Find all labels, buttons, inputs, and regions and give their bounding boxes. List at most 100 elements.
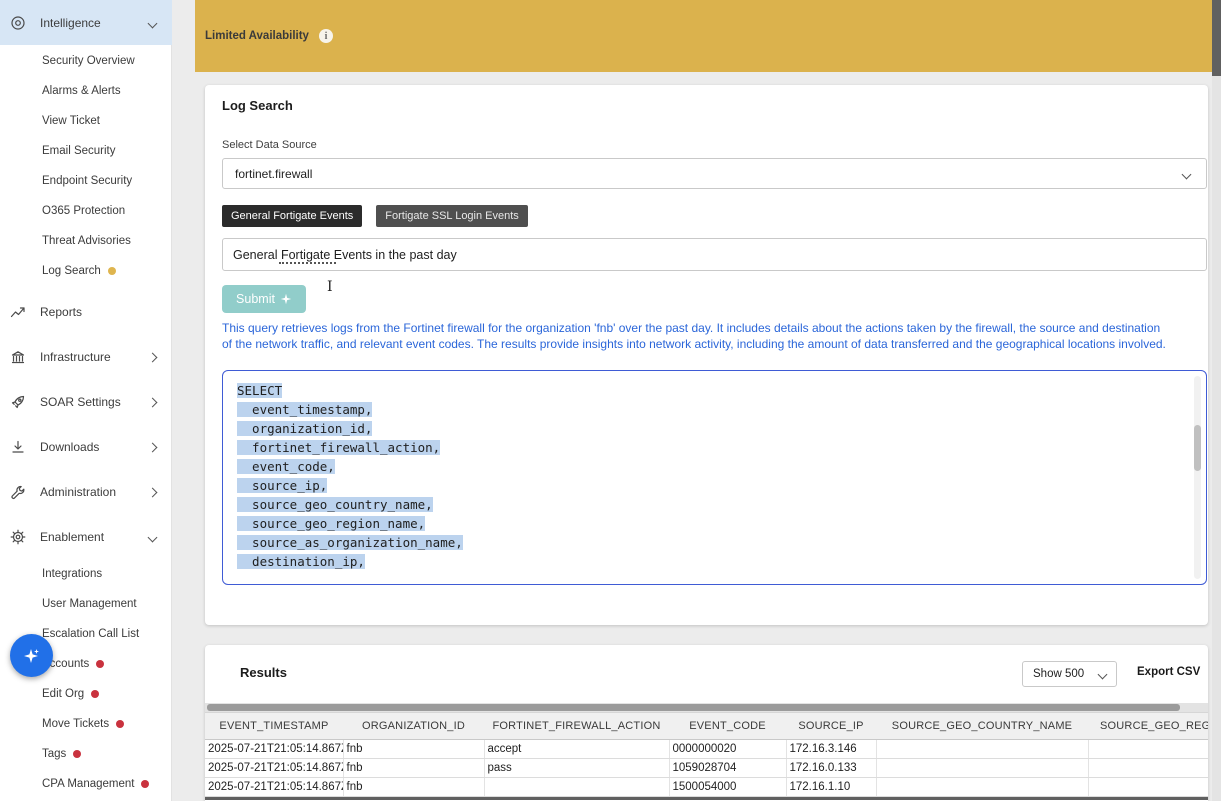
table-cell: 172.16.0.133: [786, 759, 876, 778]
table-cell: 172.16.1.10: [786, 778, 876, 797]
data-source-select[interactable]: fortinet.firewall: [222, 158, 1207, 189]
data-source-value: fortinet.firewall: [235, 167, 312, 181]
sidebar-item-label: Endpoint Security: [42, 175, 132, 187]
table-cell: fnb: [343, 759, 484, 778]
horizontal-scrollbar[interactable]: [205, 703, 1208, 712]
sql-line: event_code,: [237, 457, 1192, 476]
column-header[interactable]: SOURCE_GEO_REGION_NAME: [1088, 713, 1208, 740]
sql-line: source_ip,: [237, 476, 1192, 495]
spellcheck-underline: [279, 262, 336, 264]
table-cell: 1500054000: [669, 778, 786, 797]
sql-query-block[interactable]: SELECT event_timestamp, organization_id,…: [222, 370, 1207, 585]
table-cell: [1088, 759, 1208, 778]
sidebar-item-administration[interactable]: Administration: [0, 470, 172, 514]
page-scrollbar-track[interactable]: [1212, 0, 1221, 801]
sidebar-item-label: Edit Org: [42, 688, 84, 700]
column-header[interactable]: EVENT_CODE: [669, 713, 786, 740]
sidebar-item-edit-org[interactable]: Edit Org: [0, 679, 172, 709]
sidebar-item-label: Security Overview: [42, 55, 135, 67]
status-dot-red: [116, 720, 124, 728]
ai-assistant-fab[interactable]: [10, 634, 53, 677]
table-cell: fnb: [343, 740, 484, 759]
sidebar-item-label: Escalation Call List: [42, 628, 139, 640]
sql-line: SELECT: [237, 381, 1192, 400]
table-cell: 1059028704: [669, 759, 786, 778]
sidebar-item-label: Alarms & Alerts: [42, 85, 121, 97]
chevron-down-icon: [1182, 170, 1192, 180]
show-count-select[interactable]: Show 500: [1022, 661, 1117, 687]
chevron-right-icon: [149, 483, 156, 501]
info-icon[interactable]: i: [319, 29, 333, 43]
page-scrollbar-thumb[interactable]: [1212, 0, 1221, 76]
sidebar-item-o365-protection[interactable]: O365 Protection: [0, 196, 172, 226]
table-cell: 172.16.3.146: [786, 740, 876, 759]
code-scrollbar-thumb[interactable]: [1194, 425, 1201, 471]
sidebar-item-label: Enablement: [40, 530, 104, 544]
sql-line: source_geo_region_name,: [237, 514, 1192, 533]
sidebar-item-soar-settings[interactable]: SOAR Settings: [0, 380, 172, 424]
sidebar-item-cpa-management[interactable]: CPA Management: [0, 769, 172, 799]
table-cell: [1088, 778, 1208, 797]
sidebar-item-integrations[interactable]: Integrations: [0, 559, 172, 589]
chevron-right-icon: [149, 438, 156, 456]
table-cell: 2025-07-21T21:05:14.867Z: [205, 778, 343, 797]
table-bottom-scrollbar[interactable]: [205, 797, 1208, 800]
table-cell: [484, 778, 669, 797]
sidebar-item-infrastructure[interactable]: Infrastructure: [0, 335, 172, 379]
column-header[interactable]: SOURCE_IP: [786, 713, 876, 740]
sidebar-item-label: Integrations: [42, 568, 102, 580]
query-preset-tabs: General Fortigate Events Fortigate SSL L…: [222, 205, 528, 227]
table-row[interactable]: 2025-07-21T21:05:14.867Z fnb pass 105902…: [205, 759, 1208, 778]
sidebar-item-label: O365 Protection: [42, 205, 125, 217]
sidebar-item-label: Intelligence: [40, 16, 101, 30]
sidebar-item-view-ticket[interactable]: View Ticket: [0, 106, 172, 136]
sidebar-item-reports[interactable]: Reports: [0, 290, 172, 334]
sidebar-item-downloads[interactable]: Downloads: [0, 425, 172, 469]
status-dot-red: [73, 750, 81, 758]
sidebar-item-alarms-alerts[interactable]: Alarms & Alerts: [0, 76, 172, 106]
export-csv-button[interactable]: Export CSV: [1137, 666, 1200, 678]
chevron-down-icon: [1098, 670, 1108, 680]
sidebar-item-label: View Ticket: [42, 115, 100, 127]
column-header[interactable]: SOURCE_GEO_COUNTRY_NAME: [876, 713, 1088, 740]
sql-line: event_timestamp,: [237, 400, 1192, 419]
query-input[interactable]: [222, 238, 1207, 271]
submit-label: Submit: [236, 292, 275, 306]
tab-fortigate-ssl-login-events[interactable]: Fortigate SSL Login Events: [376, 205, 528, 227]
tab-general-fortigate-events[interactable]: General Fortigate Events: [222, 205, 362, 227]
table-cell: [1088, 740, 1208, 759]
sidebar-item-label: Reports: [40, 305, 82, 319]
sidebar-item-security-overview[interactable]: Security Overview: [0, 46, 172, 76]
results-table-container: EVENT_TIMESTAMP ORGANIZATION_ID FORTINET…: [205, 703, 1208, 800]
horizontal-scrollbar-thumb[interactable]: [207, 704, 1180, 711]
reports-icon: [10, 304, 40, 320]
sidebar-item-threat-advisories[interactable]: Threat Advisories: [0, 226, 172, 256]
sidebar-item-label: Move Tickets: [42, 718, 109, 730]
column-header[interactable]: EVENT_TIMESTAMP: [205, 713, 343, 740]
sidebar-item-move-tickets[interactable]: Move Tickets: [0, 709, 172, 739]
sidebar-item-enablement[interactable]: Enablement: [0, 515, 172, 559]
wrench-icon: [10, 484, 40, 500]
sidebar-item-intelligence[interactable]: Intelligence: [0, 0, 172, 45]
table-row[interactable]: 2025-07-21T21:05:14.867Z fnb accept 0000…: [205, 740, 1208, 759]
sidebar-item-log-search[interactable]: Log Search: [0, 256, 172, 286]
sidebar-item-label: Threat Advisories: [42, 235, 131, 247]
status-dot-red: [96, 660, 104, 668]
status-dot-red: [141, 780, 149, 788]
sidebar-item-user-management[interactable]: User Management: [0, 589, 172, 619]
table-header-row: EVENT_TIMESTAMP ORGANIZATION_ID FORTINET…: [205, 713, 1208, 740]
code-scrollbar-track[interactable]: [1194, 376, 1201, 579]
results-table: EVENT_TIMESTAMP ORGANIZATION_ID FORTINET…: [205, 712, 1208, 797]
sidebar-item-endpoint-security[interactable]: Endpoint Security: [0, 166, 172, 196]
sidebar-item-email-security[interactable]: Email Security: [0, 136, 172, 166]
sidebar-item-label: Tags: [42, 748, 66, 760]
table-cell: [876, 778, 1088, 797]
sidebar-item-label: Email Security: [42, 145, 116, 157]
table-cell: 0000000020: [669, 740, 786, 759]
submit-button[interactable]: Submit: [222, 285, 306, 313]
sidebar-item-tags[interactable]: Tags: [0, 739, 172, 769]
table-row[interactable]: 2025-07-21T21:05:14.867Z fnb 1500054000 …: [205, 778, 1208, 797]
column-header[interactable]: FORTINET_FIREWALL_ACTION: [484, 713, 669, 740]
banner-text: Limited Availability: [205, 30, 309, 42]
column-header[interactable]: ORGANIZATION_ID: [343, 713, 484, 740]
